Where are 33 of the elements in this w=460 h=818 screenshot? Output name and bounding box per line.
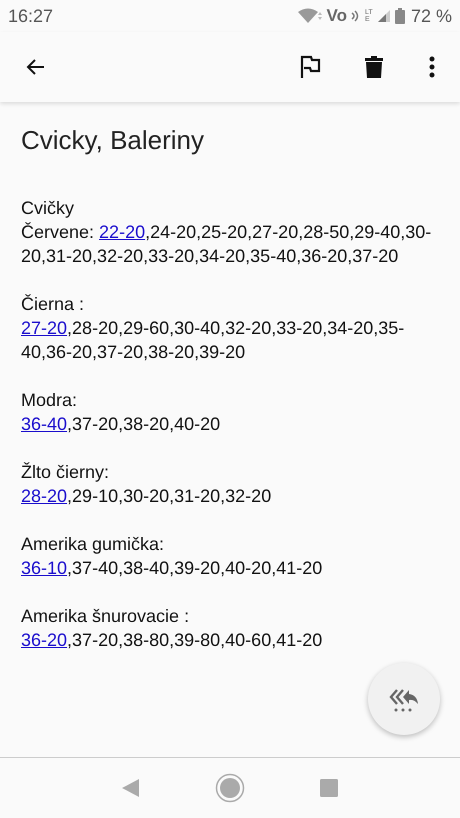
square-recents-icon [319, 778, 339, 798]
section-heading: Amerika gumička: [21, 533, 166, 556]
home-circle-icon [215, 773, 245, 803]
section-heading: Amerika šnurovacie : [21, 605, 190, 628]
battery-percent: 72 % [410, 4, 452, 28]
link[interactable]: 22-20 [99, 222, 146, 242]
cell-signal-icon [376, 9, 391, 23]
message-title: Cvicky, Baleriny [21, 124, 206, 157]
more-options-icon [429, 56, 435, 78]
section-heading: Žlto čierny: [21, 461, 110, 484]
battery-icon [394, 8, 405, 24]
section-heading: Čierna : [21, 293, 86, 316]
network-label: Vo [326, 5, 347, 28]
link[interactable]: 27-20 [21, 318, 68, 338]
section-heading: Modra: [21, 389, 78, 412]
link[interactable]: 36-10 [21, 558, 68, 578]
link[interactable]: 28-20 [21, 486, 68, 506]
paragraph: 28-20,29-10,30-20,31-20,32-20 [21, 485, 272, 508]
section-heading: Cvičky [21, 197, 75, 220]
link[interactable]: 36-40 [21, 414, 68, 434]
flag-icon [299, 55, 321, 79]
paragraph: 36-40,37-20,38-20,40-20 [21, 413, 222, 436]
status-time: 16:27 [8, 4, 54, 28]
paragraph: 36-10,37-40,38-40,39-20,40-20,41-20 [21, 557, 324, 580]
link[interactable]: 36-20 [21, 630, 68, 650]
trash-icon [364, 55, 384, 79]
paragraph: Červene: 22-20,24-20,25-20,27-20,28-50,29-40,30-20,31-20,32-20,33-20,34-20,35-40,36-20,37-20 [21, 221, 432, 268]
paragraph: 36-20,37-20,38-80,39-80,40-60,41-20 [21, 629, 324, 652]
paragraph: 27-20,28-20,29-60,30-40,32-20,33-20,34-20,35-40,36-20,37-20,38-20,39-20 [21, 317, 406, 364]
reply-all-button[interactable] [368, 663, 440, 735]
triangle-back-icon [121, 778, 141, 798]
wifi-icon [296, 8, 322, 24]
signal-waves-icon [350, 9, 361, 23]
